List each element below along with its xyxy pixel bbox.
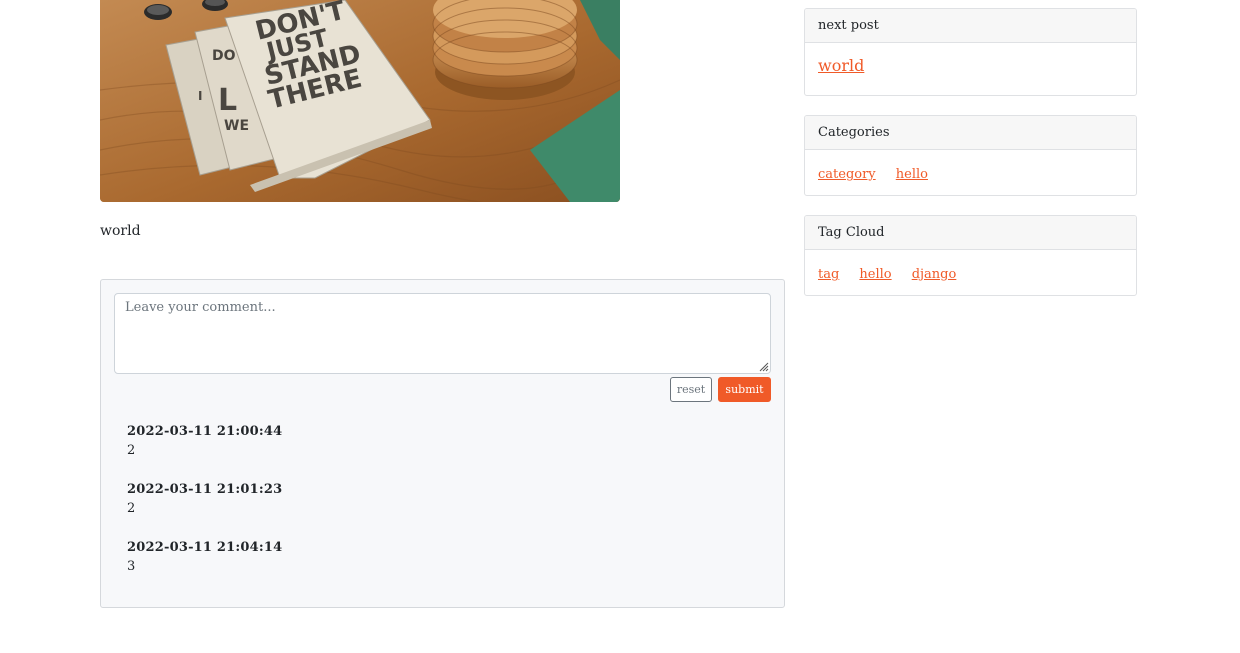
next-post-card: next post world (804, 8, 1137, 96)
post-image-illustration: DON'T JUST STAND THERE DO L WE I (100, 0, 620, 202)
tag-link[interactable]: hello (859, 267, 891, 282)
comment-item: 2022-03-11 21:00:44 2 (127, 423, 727, 481)
svg-text:I: I (198, 89, 202, 103)
comment-text: 3 (127, 559, 136, 574)
tag-cloud-body: tag hello django (805, 250, 1136, 295)
tag-cloud-card: Tag Cloud tag hello django (804, 215, 1137, 296)
category-link[interactable]: category (818, 167, 876, 182)
comment-input[interactable] (114, 293, 771, 374)
categories-body: category hello (805, 150, 1136, 195)
reset-button[interactable]: reset (670, 377, 712, 402)
comment-list: 2022-03-11 21:00:44 2 2022-03-11 21:01:2… (127, 423, 727, 597)
comment-text: 2 (127, 501, 136, 516)
svg-text:WE: WE (224, 118, 249, 134)
main-content: DON'T JUST STAND THERE DO L WE I world L… (100, 0, 785, 608)
comment-section: reset submit 2022-03-11 21:00:44 2 2022-… (100, 279, 785, 608)
comment-item: 2022-03-11 21:01:23 2 (127, 481, 727, 539)
comment-text: 2 (127, 443, 136, 458)
next-post-link[interactable]: world (818, 56, 864, 75)
post-image: DON'T JUST STAND THERE DO L WE I (100, 0, 620, 202)
tag-cloud-title: Tag Cloud (805, 216, 1136, 250)
post-body: world (100, 223, 141, 239)
next-post-body: world (805, 43, 1136, 95)
tag-link[interactable]: django (912, 267, 957, 282)
next-post-title: next post (805, 9, 1136, 43)
svg-text:L: L (218, 83, 237, 118)
comment-timestamp: 2022-03-11 21:01:23 (127, 482, 283, 497)
categories-title: Categories (805, 116, 1136, 150)
tag-link[interactable]: tag (818, 267, 839, 282)
comment-timestamp: 2022-03-11 21:04:14 (127, 540, 283, 555)
resize-handle-icon[interactable] (759, 362, 769, 372)
categories-card: Categories category hello (804, 115, 1137, 196)
page: DON'T JUST STAND THERE DO L WE I world L… (0, 0, 1240, 653)
category-link[interactable]: hello (896, 167, 928, 182)
submit-button[interactable]: submit (718, 377, 771, 402)
sidebar: next post world Categories category hell… (804, 8, 1137, 315)
svg-text:DO: DO (212, 48, 236, 64)
comment-timestamp: 2022-03-11 21:00:44 (127, 424, 283, 439)
comment-item: 2022-03-11 21:04:14 3 (127, 539, 727, 597)
